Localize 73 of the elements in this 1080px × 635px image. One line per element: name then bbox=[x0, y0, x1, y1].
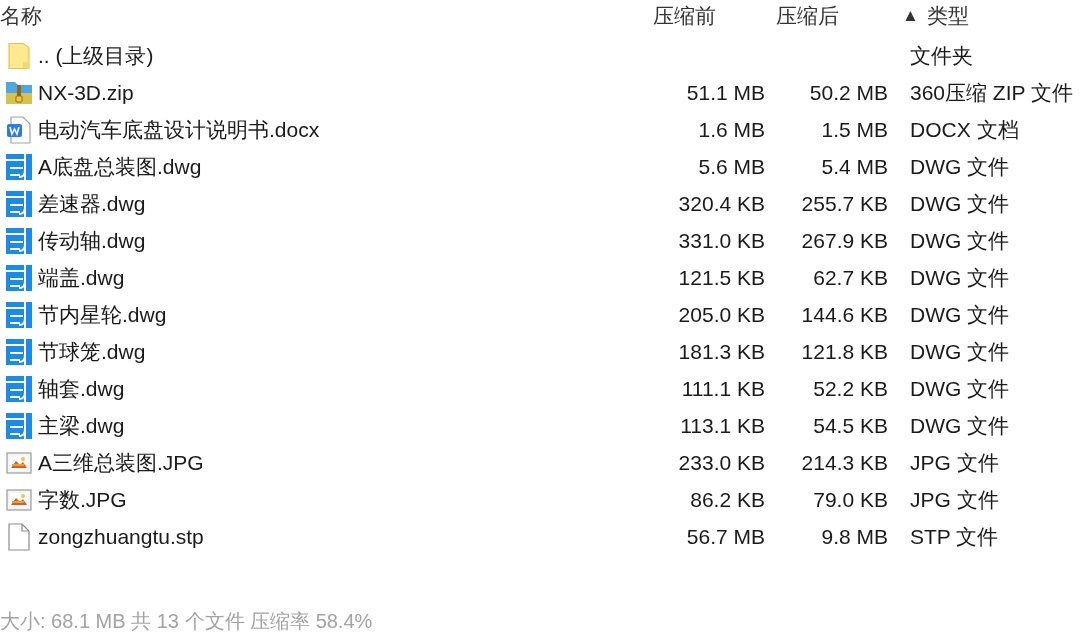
original-size: 111.1 KB bbox=[681, 375, 765, 402]
cad-file-icon bbox=[5, 189, 33, 218]
original-size: 56.7 MB bbox=[686, 523, 765, 550]
word-document-icon bbox=[6, 115, 32, 144]
file-name[interactable]: 传动轴.dwg bbox=[38, 224, 146, 257]
cad-file-icon bbox=[5, 152, 33, 181]
cad-file-icon bbox=[5, 300, 33, 329]
cad-file-icon bbox=[5, 374, 33, 403]
file-name[interactable]: 差速器.dwg bbox=[38, 187, 146, 220]
file-icon bbox=[7, 522, 31, 551]
file-name[interactable]: NX-3D.zip bbox=[38, 76, 134, 109]
compressed-size: 50.2 MB bbox=[809, 79, 888, 106]
column-header[interactable]: 压缩后 bbox=[776, 0, 839, 32]
original-size: 121.5 KB bbox=[678, 264, 765, 291]
compressed-size: 144.6 KB bbox=[801, 301, 888, 328]
cad-file-icon bbox=[5, 263, 33, 292]
file-type: DWG 文件 bbox=[910, 301, 1010, 328]
file-type: 文件夹 bbox=[910, 42, 973, 69]
file-type: DOCX 文档 bbox=[910, 116, 1019, 143]
compressed-size: 121.8 KB bbox=[801, 338, 888, 365]
cad-file-icon bbox=[5, 226, 33, 255]
file-type: JPG 文件 bbox=[910, 486, 999, 513]
image-file-icon bbox=[6, 451, 32, 474]
file-name[interactable]: 字数.JPG bbox=[38, 483, 127, 516]
original-size: 86.2 KB bbox=[690, 486, 765, 513]
file-name[interactable]: zongzhuangtu.stp bbox=[38, 520, 204, 553]
compressed-size: 5.4 MB bbox=[821, 153, 888, 180]
column-header[interactable]: 名称 bbox=[0, 0, 42, 32]
original-size: 1.6 MB bbox=[698, 116, 765, 143]
original-size: 320.4 KB bbox=[678, 190, 765, 217]
file-type: STP 文件 bbox=[910, 523, 999, 550]
file-type: DWG 文件 bbox=[910, 190, 1010, 217]
image-file-icon bbox=[6, 488, 32, 511]
compressed-size: 52.2 KB bbox=[813, 375, 888, 402]
status-text: 大小: 68.1 MB 共 13 个文件 压缩率 58.4% bbox=[0, 609, 373, 634]
folder-icon bbox=[6, 41, 32, 70]
column-header[interactable]: ▲ 类型 bbox=[902, 0, 969, 32]
file-type: DWG 文件 bbox=[910, 227, 1010, 254]
file-name[interactable]: 节内星轮.dwg bbox=[38, 298, 167, 331]
file-name[interactable]: A底盘总装图.dwg bbox=[38, 150, 202, 183]
file-type: DWG 文件 bbox=[910, 338, 1010, 365]
original-size: 181.3 KB bbox=[678, 338, 765, 365]
file-name[interactable]: .. (上级目录) bbox=[38, 39, 154, 72]
compressed-size: 214.3 KB bbox=[801, 449, 888, 476]
compressed-size: 62.7 KB bbox=[813, 264, 888, 291]
compressed-size: 255.7 KB bbox=[801, 190, 888, 217]
cad-file-icon bbox=[5, 337, 33, 366]
compressed-size: 1.5 MB bbox=[821, 116, 888, 143]
file-type: 360压缩 ZIP 文件 bbox=[910, 79, 1073, 106]
compressed-size: 267.9 KB bbox=[801, 227, 888, 254]
file-name[interactable]: 端盖.dwg bbox=[38, 261, 125, 294]
file-name[interactable]: 主梁.dwg bbox=[38, 409, 125, 442]
compressed-size: 54.5 KB bbox=[813, 412, 888, 439]
file-type: DWG 文件 bbox=[910, 375, 1010, 402]
file-name[interactable]: A三维总装图.JPG bbox=[38, 446, 204, 479]
file-name[interactable]: 电动汽车底盘设计说明书.docx bbox=[38, 113, 320, 146]
file-type: DWG 文件 bbox=[910, 264, 1010, 291]
original-size: 5.6 MB bbox=[698, 153, 765, 180]
file-type: JPG 文件 bbox=[910, 449, 999, 476]
cad-file-icon bbox=[5, 411, 33, 440]
compressed-size: 79.0 KB bbox=[813, 486, 888, 513]
original-size: 233.0 KB bbox=[678, 449, 765, 476]
file-name[interactable]: 轴套.dwg bbox=[38, 372, 125, 405]
file-type: DWG 文件 bbox=[910, 153, 1010, 180]
file-name[interactable]: 节球笼.dwg bbox=[38, 335, 146, 368]
archive-folder-icon bbox=[5, 79, 33, 106]
original-size: 51.1 MB bbox=[686, 79, 765, 106]
original-size: 205.0 KB bbox=[678, 301, 765, 328]
original-size: 331.0 KB bbox=[678, 227, 765, 254]
original-size: 113.1 KB bbox=[680, 412, 765, 439]
column-header[interactable]: 压缩前 bbox=[653, 0, 716, 32]
compressed-size: 9.8 MB bbox=[821, 523, 888, 550]
file-type: DWG 文件 bbox=[910, 412, 1010, 439]
